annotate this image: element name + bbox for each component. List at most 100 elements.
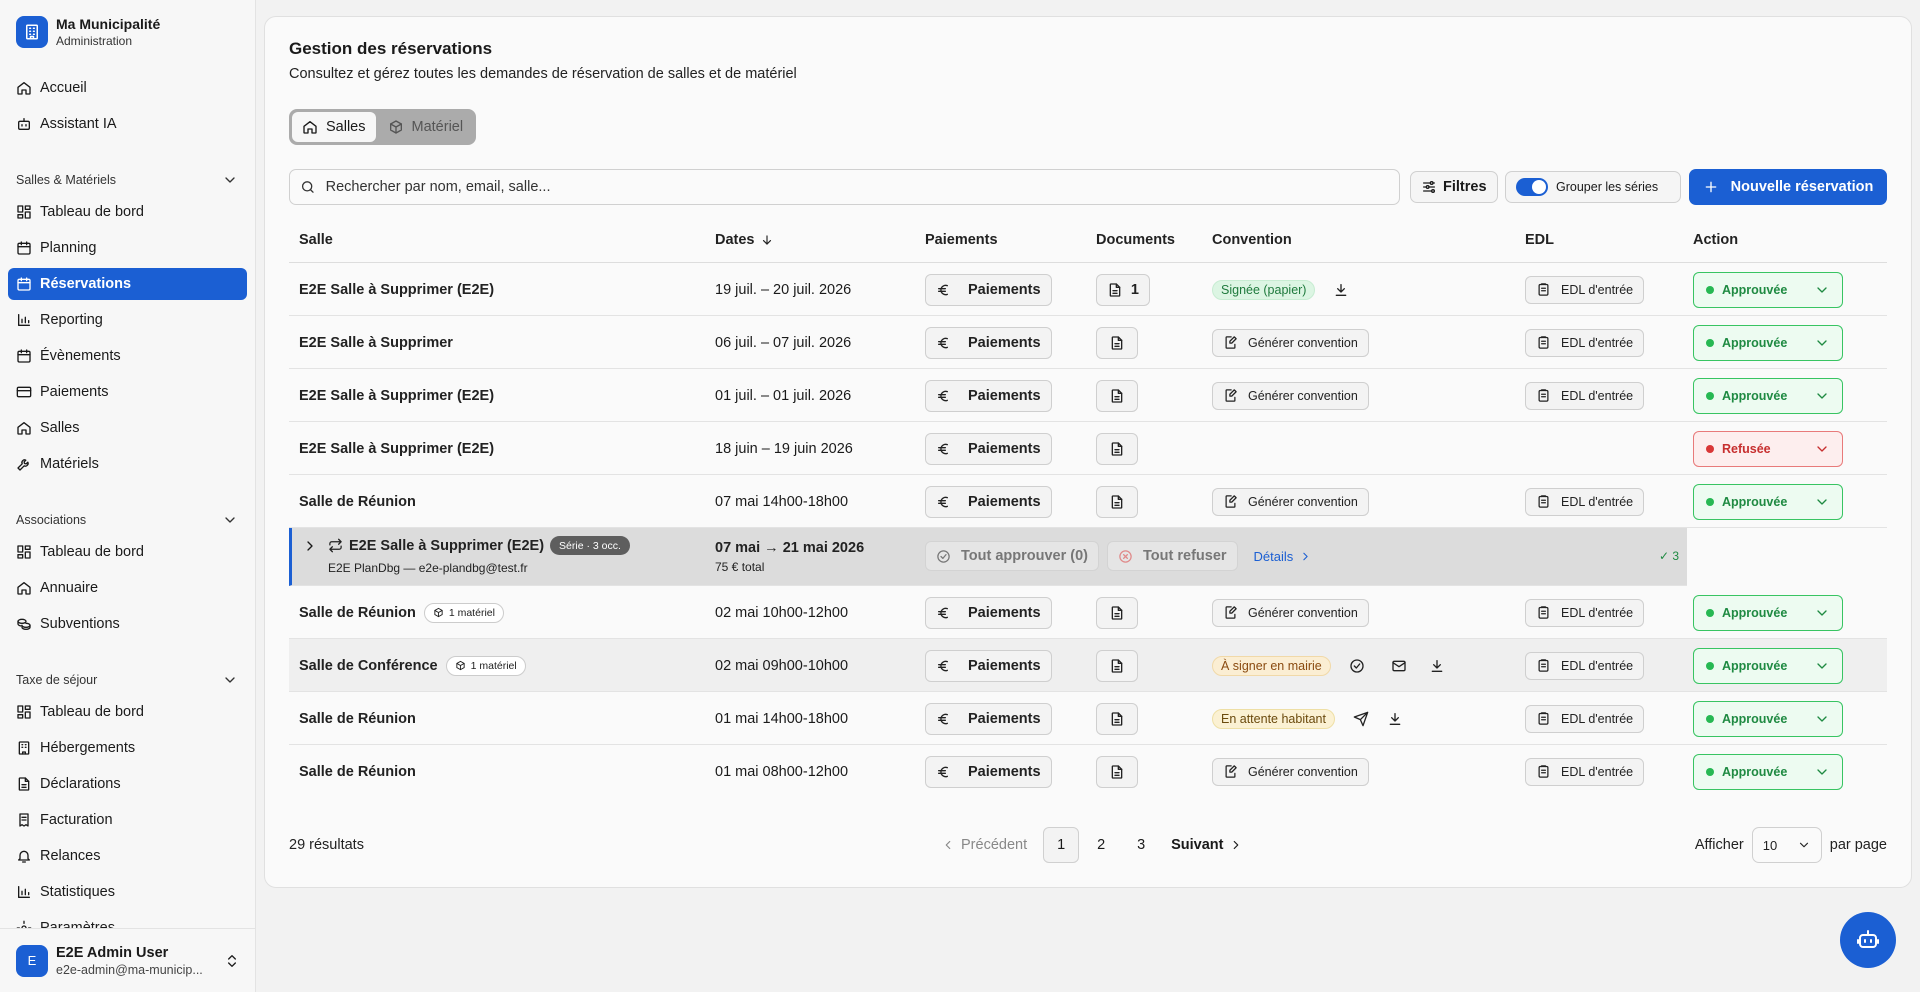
sidebar-item-taxe-tableau-de-bord[interactable]: Tableau de bord xyxy=(8,696,247,728)
series-group-row[interactable]: E2E Salle à Supprimer (E2E) Série · 3 oc… xyxy=(289,528,1687,586)
documents-button[interactable] xyxy=(1096,755,1138,788)
documents-button[interactable] xyxy=(1096,649,1138,682)
table-row[interactable]: E2E Salle à Supprimer (E2E) 18 juin – 19… xyxy=(289,422,1887,475)
edl-entree-button[interactable]: EDL d'entrée xyxy=(1525,275,1645,304)
payments-button[interactable]: Paiements xyxy=(925,379,1052,412)
sidebar-item-paiements[interactable]: Paiements xyxy=(8,376,247,408)
user-menu[interactable]: E E2E Admin User e2e-admin@ma-municip... xyxy=(0,928,255,992)
status-select[interactable]: Approuvée xyxy=(1693,377,1843,414)
assistant-fab-button[interactable] xyxy=(1840,912,1896,968)
status-select[interactable]: Approuvée xyxy=(1693,700,1843,737)
sidebar-item-declarations[interactable]: Déclarations xyxy=(8,768,247,800)
generate-convention-button[interactable]: Générer convention xyxy=(1212,487,1369,516)
col-dates[interactable]: Dates xyxy=(715,232,774,248)
send-icon[interactable] xyxy=(1353,711,1369,727)
status-select[interactable]: Approuvée xyxy=(1693,753,1843,790)
mail-icon[interactable] xyxy=(1391,658,1407,674)
documents-button[interactable] xyxy=(1096,326,1138,359)
payments-button[interactable]: Paiements xyxy=(925,596,1052,629)
table-row[interactable]: Salle de Réunion 1 matériel 02 mai 10h00-… xyxy=(289,586,1887,639)
generate-convention-button[interactable]: Générer convention xyxy=(1212,598,1369,627)
tab-salles[interactable]: Salles xyxy=(292,112,376,142)
documents-button[interactable] xyxy=(1096,432,1138,465)
sidebar-item-assistant-ia[interactable]: Assistant IA xyxy=(8,108,247,140)
payments-button[interactable]: Paiements xyxy=(925,432,1052,465)
sidebar-item-accueil[interactable]: Accueil xyxy=(8,72,247,104)
payments-button[interactable]: Paiements xyxy=(925,702,1052,735)
tab-materiel[interactable]: Matériel xyxy=(378,112,474,142)
table-row[interactable]: E2E Salle à Supprimer 06 juil. – 07 juil… xyxy=(289,316,1887,369)
refuse-all-button[interactable]: Tout refuser xyxy=(1107,541,1238,571)
check-circle-icon[interactable] xyxy=(1349,658,1365,674)
status-select[interactable]: Approuvée xyxy=(1693,271,1843,308)
table-row[interactable]: E2E Salle à Supprimer (E2E) 01 juil. – 0… xyxy=(289,369,1887,422)
sidebar-item-evenements[interactable]: Évènements xyxy=(8,340,247,372)
download-icon[interactable] xyxy=(1333,282,1349,298)
search-input[interactable] xyxy=(325,179,1389,195)
payments-button[interactable]: Paiements xyxy=(925,326,1052,359)
prev-page-button[interactable]: Précédent xyxy=(933,827,1035,863)
table-row[interactable]: Salle de Réunion 01 mai 08h00-12h00 Paie… xyxy=(289,745,1887,798)
new-reservation-button[interactable]: Nouvelle réservation xyxy=(1689,169,1887,205)
file-text-icon xyxy=(1109,282,1121,297)
table-row[interactable]: Salle de Réunion 07 mai 14h00-18h00 Paie… xyxy=(289,475,1887,528)
payments-button[interactable]: Paiements xyxy=(925,649,1052,682)
sidebar-item-hebergements[interactable]: Hébergements xyxy=(8,732,247,764)
download-icon[interactable] xyxy=(1387,711,1403,727)
payments-button[interactable]: Paiements xyxy=(925,273,1052,306)
sidebar-item-statistiques[interactable]: Statistiques xyxy=(8,876,247,908)
documents-button[interactable] xyxy=(1096,485,1138,518)
edl-entree-button[interactable]: EDL d'entrée xyxy=(1525,757,1645,786)
filters-button[interactable]: Filtres xyxy=(1410,171,1498,203)
next-page-button[interactable]: Suivant xyxy=(1163,827,1251,863)
details-link[interactable]: Détails xyxy=(1254,549,1313,564)
group-series-toggle[interactable]: Grouper les séries xyxy=(1505,171,1681,203)
documents-button[interactable] xyxy=(1096,379,1138,412)
sidebar-item-assoc-tableau-de-bord[interactable]: Tableau de bord xyxy=(8,536,247,568)
download-icon[interactable] xyxy=(1429,658,1445,674)
sidebar-item-reporting[interactable]: Reporting xyxy=(8,304,247,336)
sidebar-item-facturation[interactable]: Facturation xyxy=(8,804,247,836)
nav-section-associations[interactable]: Associations xyxy=(16,512,238,528)
table-row[interactable]: E2E Salle à Supprimer (E2E) 19 juil. – 2… xyxy=(289,263,1887,316)
page-1-button[interactable]: 1 xyxy=(1043,827,1080,863)
sidebar-item-salles[interactable]: Salles xyxy=(8,412,247,444)
nav-section-salles[interactable]: Salles & Matériels xyxy=(16,172,238,188)
sidebar-item-materiels[interactable]: Matériels xyxy=(8,448,247,480)
per-page-select[interactable]: 10 xyxy=(1751,827,1822,863)
status-select[interactable]: Approuvée xyxy=(1693,647,1843,684)
status-select[interactable]: Approuvée xyxy=(1693,324,1843,361)
generate-convention-button[interactable]: Générer convention xyxy=(1212,328,1369,357)
table-row[interactable]: Salle de Réunion 01 mai 14h00-18h00 Paie… xyxy=(289,692,1887,745)
sidebar-item-annuaire[interactable]: Annuaire xyxy=(8,572,247,604)
edl-entree-button[interactable]: EDL d'entrée xyxy=(1525,651,1645,680)
sidebar-item-reservations[interactable]: Réservations xyxy=(8,268,247,300)
edl-entree-button[interactable]: EDL d'entrée xyxy=(1525,328,1645,357)
documents-button[interactable] xyxy=(1096,596,1138,629)
documents-button[interactable]: 1 xyxy=(1096,273,1150,306)
page-2-button[interactable]: 2 xyxy=(1083,827,1119,863)
toggle-switch[interactable] xyxy=(1516,178,1548,196)
payments-button[interactable]: Paiements xyxy=(925,755,1052,788)
page-3-button[interactable]: 3 xyxy=(1123,827,1159,863)
edl-entree-button[interactable]: EDL d'entrée xyxy=(1525,487,1645,516)
sidebar-item-subventions[interactable]: Subventions xyxy=(8,608,247,640)
edl-entree-button[interactable]: EDL d'entrée xyxy=(1525,381,1645,410)
sidebar-item-planning[interactable]: Planning xyxy=(8,232,247,264)
documents-button[interactable] xyxy=(1096,702,1138,735)
approve-all-button[interactable]: Tout approuver (0) xyxy=(925,541,1100,571)
status-select[interactable]: Approuvée xyxy=(1693,594,1843,631)
nav-section-taxe-de-sejour[interactable]: Taxe de séjour xyxy=(16,672,238,688)
generate-convention-button[interactable]: Générer convention xyxy=(1212,757,1369,786)
chevron-right-icon[interactable] xyxy=(302,538,318,554)
edl-entree-button[interactable]: EDL d'entrée xyxy=(1525,598,1645,627)
status-select[interactable]: Approuvée xyxy=(1693,483,1843,520)
table-row[interactable]: Salle de Conférence 1 matériel 02 mai 09h… xyxy=(289,639,1887,692)
col-salle[interactable]: Salle xyxy=(299,232,333,248)
edl-entree-button[interactable]: EDL d'entrée xyxy=(1525,704,1645,733)
sidebar-item-tableau-de-bord[interactable]: Tableau de bord xyxy=(8,196,247,228)
payments-button[interactable]: Paiements xyxy=(925,485,1052,518)
sidebar-item-relances[interactable]: Relances xyxy=(8,840,247,872)
generate-convention-button[interactable]: Générer convention xyxy=(1212,381,1369,410)
status-select[interactable]: Refusée xyxy=(1693,430,1843,467)
